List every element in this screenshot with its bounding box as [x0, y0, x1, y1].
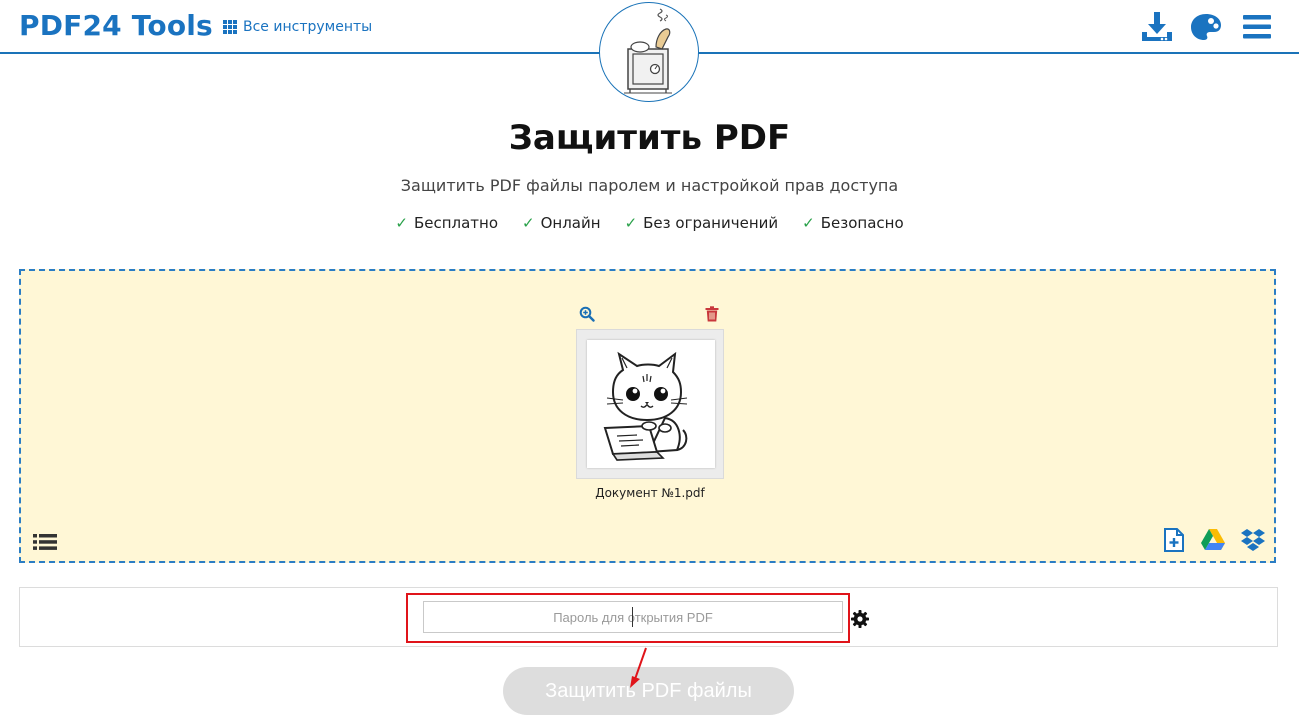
page-title: Защитить PDF — [508, 118, 791, 158]
gear-icon[interactable] — [851, 610, 869, 628]
add-file-icon[interactable] — [1161, 527, 1187, 553]
download-icon[interactable] — [1140, 10, 1174, 44]
grid-icon — [223, 20, 237, 34]
annotation-highlight-box — [406, 593, 850, 643]
trash-icon[interactable] — [705, 306, 719, 322]
zoom-in-icon[interactable] — [579, 306, 595, 322]
palette-icon[interactable] — [1189, 10, 1223, 44]
file-drop-zone[interactable]: Документ №1.pdf — [19, 269, 1276, 563]
all-tools-link[interactable]: Все инструменты — [223, 19, 372, 35]
file-thumbnail — [587, 340, 715, 468]
dropbox-icon[interactable] — [1240, 527, 1266, 553]
feature-item: ✓ Без ограничений — [624, 214, 779, 232]
check-icon: ✓ — [395, 214, 408, 232]
check-icon: ✓ — [522, 214, 535, 232]
all-tools-label: Все инструменты — [243, 19, 373, 35]
feature-item: ✓ Онлайн — [522, 214, 601, 232]
page-subtitle: Защитить PDF файлы паролем и настройкой … — [400, 176, 899, 195]
check-icon: ✓ — [802, 214, 815, 232]
file-name: Документ №1.pdf — [595, 486, 705, 500]
google-drive-icon[interactable] — [1200, 527, 1226, 553]
list-view-icon[interactable] — [33, 533, 57, 551]
feature-item: ✓ Бесплатно — [395, 214, 499, 232]
annotation-arrow — [630, 647, 647, 688]
menu-icon[interactable] — [1240, 10, 1274, 44]
brand-logo[interactable]: PDF24 Tools — [19, 9, 213, 42]
cat-drawing-thumbnail — [603, 351, 688, 461]
file-card[interactable] — [576, 329, 724, 479]
feature-list: ✓ Бесплатно ✓ Онлайн ✓ Без ограничений ✓ Без… — [0, 214, 1299, 232]
feature-item: ✓ Безопасно — [802, 214, 904, 232]
safe-mascot-illustration — [599, 2, 699, 102]
check-icon: ✓ — [624, 214, 638, 232]
